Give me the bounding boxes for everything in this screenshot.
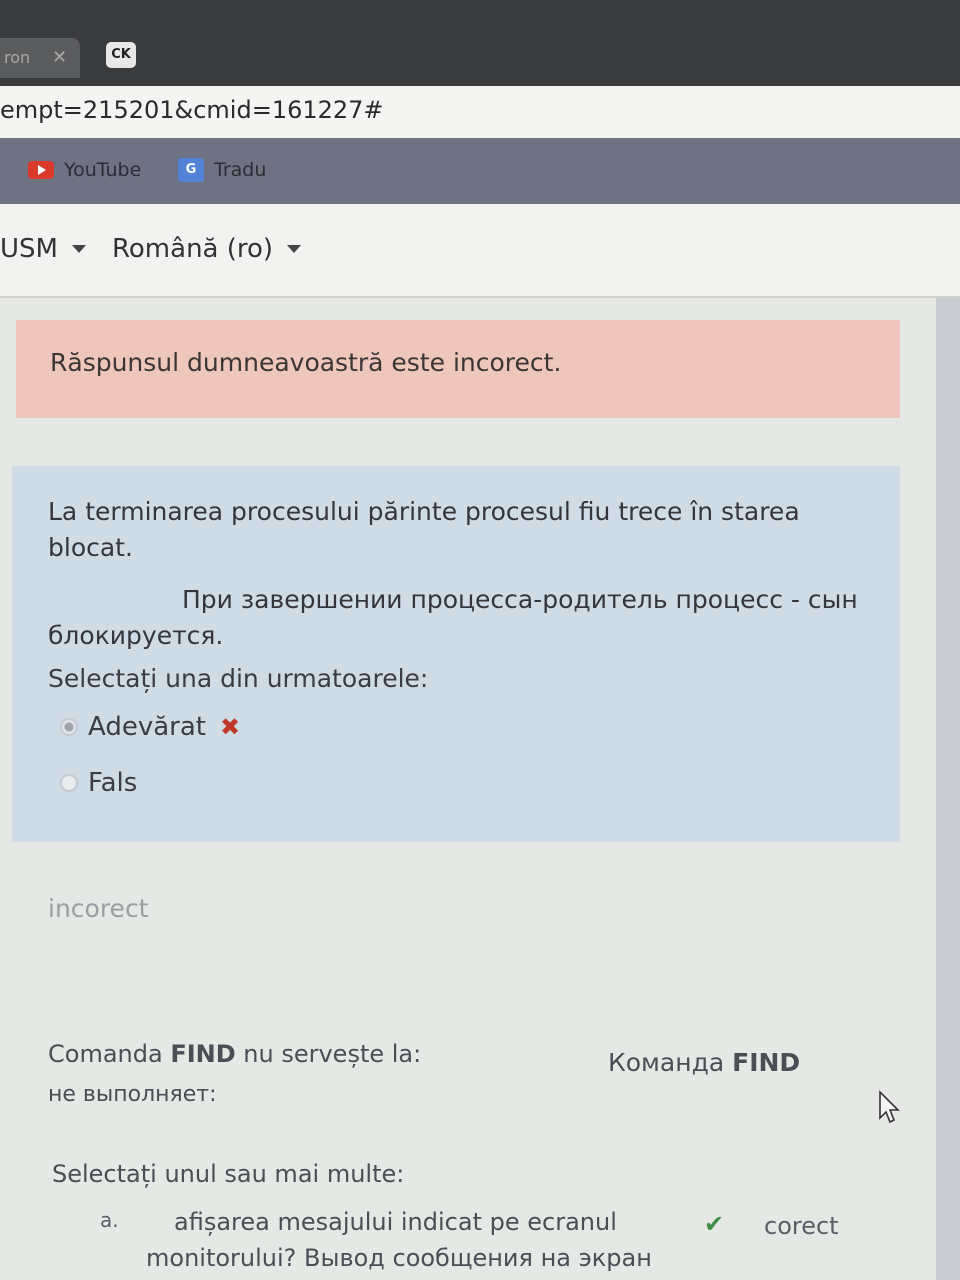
bookmark-translate[interactable]: G Tradu [178,156,266,184]
nav-label: Română (ro) [112,234,274,264]
answer-prompt: Selectați una din urmatoarele: [48,664,429,693]
nav-menu-usm[interactable]: USM [0,234,86,264]
answer-option-false[interactable]: Fals [60,768,137,798]
incorrect-x-icon: ✖ [219,713,241,741]
chevron-down-icon [71,245,86,253]
incorrect-answer-alert: Răspunsul dumneavoastră este incorect. [16,320,900,418]
question2-text-ru-line2: не выполняет: [48,1082,217,1107]
close-tab-icon[interactable]: ✕ [52,38,67,78]
question-text: La terminarea procesului părinte procesu… [48,494,888,654]
option-text-line2: monitorului? Вывод сообщения на экран [146,1244,652,1272]
question-text-ro: La terminarea procesului părinte procesu… [48,497,800,562]
chevron-down-icon [287,245,302,253]
tab-favicon-ck[interactable]: CK [106,42,136,68]
alert-text: Răspunsul dumneavoastră este incorect. [50,348,562,377]
bookmark-label: YouTube [64,159,142,181]
bookmark-youtube[interactable]: YouTube [28,156,141,184]
bookmark-label: Tradu [214,159,267,181]
browser-tab[interactable]: ron ✕ [0,38,80,78]
radio-button-selected[interactable] [60,718,78,736]
q2-keyword: FIND [170,1040,236,1068]
browser-tab-bar: ron ✕ CK [0,0,960,86]
feedback-text: incorect [48,894,149,923]
nav-label: USM [0,234,58,264]
question2-text-ro: Comanda FIND nu servește la: [48,1040,421,1068]
question-text-ru: При завершении процесса-родитель процесс… [48,585,858,650]
question2-text-ru: Команда FIND [608,1048,800,1077]
option-label: Fals [88,768,138,798]
q2-suffix: nu servește la: [235,1040,422,1068]
youtube-icon [28,161,54,179]
q2-ru-prefix: Команда [608,1048,733,1077]
question2-prompt: Selectați unul sau mai multe: [52,1160,405,1188]
option-label: Adevărat [88,712,206,742]
page-side-panel [936,298,960,1280]
radio-button[interactable] [60,774,78,792]
answer-option-true[interactable]: Adevărat ✖ [60,712,240,742]
language-selector[interactable]: Română (ro) [112,234,302,264]
translate-icon: G [178,158,204,182]
correct-check-icon: ✔ [704,1210,725,1238]
address-bar[interactable]: empt=215201&cmid=161227# [0,86,960,138]
mouse-cursor-icon [879,1090,900,1124]
q2-prefix: Comanda [48,1040,171,1068]
site-navbar: USM Română (ro) [0,204,960,298]
option-text-line1: afișarea mesajului indicat pe ecranul [174,1208,617,1236]
option-letter: a. [100,1208,119,1232]
url-text[interactable]: empt=215201&cmid=161227# [0,96,384,124]
bookmarks-bar: YouTube G Tradu [0,138,960,204]
question-box: La terminarea procesului părinte procesu… [12,466,900,842]
q2-ru-keyword: FIND [732,1048,801,1077]
tab-title: ron [4,48,31,67]
option-status: corect [764,1212,839,1240]
